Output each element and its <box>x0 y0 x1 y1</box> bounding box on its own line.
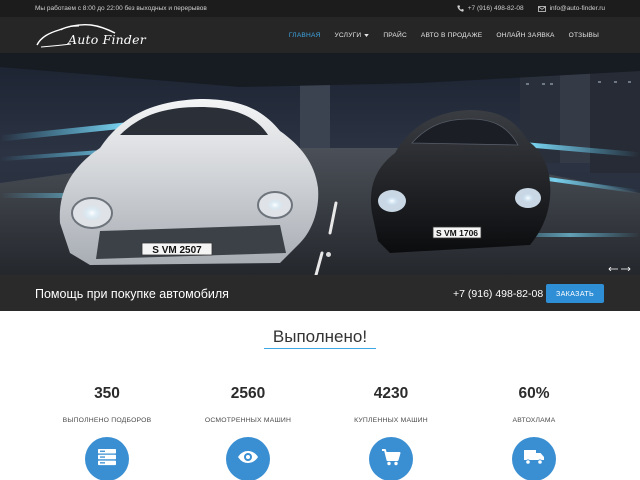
stat-item-selections: 350 выполнено подборов <box>47 385 167 480</box>
nav-label: Авто в продаже <box>420 31 483 39</box>
nav-item-online-request[interactable]: Онлайн заявка <box>489 32 561 39</box>
top-email-text: info@auto-finder.ru <box>549 5 605 12</box>
nav-label: Онлайн заявка <box>496 31 555 39</box>
nav-item-price[interactable]: Прайс <box>376 32 414 39</box>
phone-icon <box>457 5 464 12</box>
slider-arrows <box>608 258 631 275</box>
strip-phone[interactable]: +7 (916) 498-82-08 <box>453 288 543 300</box>
arrow-right-icon[interactable] <box>621 258 631 275</box>
truck-icon <box>523 449 545 470</box>
main-nav: Главная Услуги Прайс Авто в продаже Онла… <box>282 17 606 53</box>
license-plate-right-text: S VM 1706 <box>436 228 478 238</box>
stats-row: 350 выполнено подборов 2560 осмотренных … <box>0 385 640 480</box>
stat-icon-circle <box>226 437 270 480</box>
eye-icon <box>237 450 259 469</box>
slider-dot-active[interactable] <box>326 252 331 257</box>
top-phone[interactable]: +7 (916) 498-82-08 <box>457 5 524 12</box>
top-phone-text: +7 (916) 498-82-08 <box>467 5 524 12</box>
top-email[interactable]: info@auto-finder.ru <box>537 5 605 12</box>
nav-label: Главная <box>288 31 321 39</box>
nav-item-reviews[interactable]: Отзывы <box>562 32 606 39</box>
site-logo[interactable]: Auto Finder <box>35 20 146 50</box>
stat-label: автохлама <box>512 417 556 424</box>
site-header: Auto Finder Главная Услуги Прайс Авто в … <box>0 17 640 53</box>
license-plate-left-text: S VM 2507 <box>152 245 202 256</box>
caret-down-icon <box>364 32 370 39</box>
top-info-bar: Мы работаем с 8:00 до 22:00 без выходных… <box>0 0 640 17</box>
nav-item-home[interactable]: Главная <box>282 32 328 39</box>
hero-image-two-sports-cars: S VM 2507 S VM 1706 <box>0 53 640 275</box>
stat-label: осмотренных машин <box>204 417 292 424</box>
working-hours-text: Мы работаем с 8:00 до 22:00 без выходных… <box>35 5 207 12</box>
nav-label: Отзывы <box>568 31 599 39</box>
stat-item-inspected: 2560 осмотренных машин <box>188 385 308 480</box>
stat-value: 60% <box>518 385 550 402</box>
order-button[interactable]: Заказать <box>546 284 604 303</box>
nav-label: Прайс <box>383 31 407 39</box>
stat-icon-circle <box>369 437 413 480</box>
nav-label: Услуги <box>334 31 362 39</box>
top-contacts: +7 (916) 498-82-08 info@auto-finder.ru <box>457 5 605 12</box>
stat-value: 2560 <box>230 385 266 402</box>
nav-item-cars-for-sale[interactable]: Авто в продаже <box>414 32 489 39</box>
hero-slider[interactable]: S VM 2507 S VM 1706 <box>0 53 640 275</box>
stat-item-junk: 60% автохлама <box>474 385 594 480</box>
nav-item-services[interactable]: Услуги <box>328 32 377 39</box>
stat-icon-circle <box>512 437 556 480</box>
envelope-icon <box>537 5 546 12</box>
brand-name: Auto Finder <box>68 32 146 47</box>
server-icon <box>97 448 117 471</box>
arrow-left-icon[interactable] <box>608 258 618 275</box>
strip-tagline: Помощь при покупке автомобиля <box>35 287 229 301</box>
title-underline <box>264 348 376 349</box>
section-title: Выполнено! <box>272 327 368 346</box>
stat-value: 350 <box>94 385 120 402</box>
stat-label: купленных машин <box>354 417 428 424</box>
stat-label: выполнено подборов <box>62 417 152 424</box>
cart-icon <box>381 448 401 471</box>
stat-value: 4230 <box>373 385 409 402</box>
stat-item-purchased: 4230 купленных машин <box>331 385 451 480</box>
callout-strip: Помощь при покупке автомобиля +7 (916) 4… <box>0 275 640 311</box>
stat-icon-circle <box>85 437 129 480</box>
